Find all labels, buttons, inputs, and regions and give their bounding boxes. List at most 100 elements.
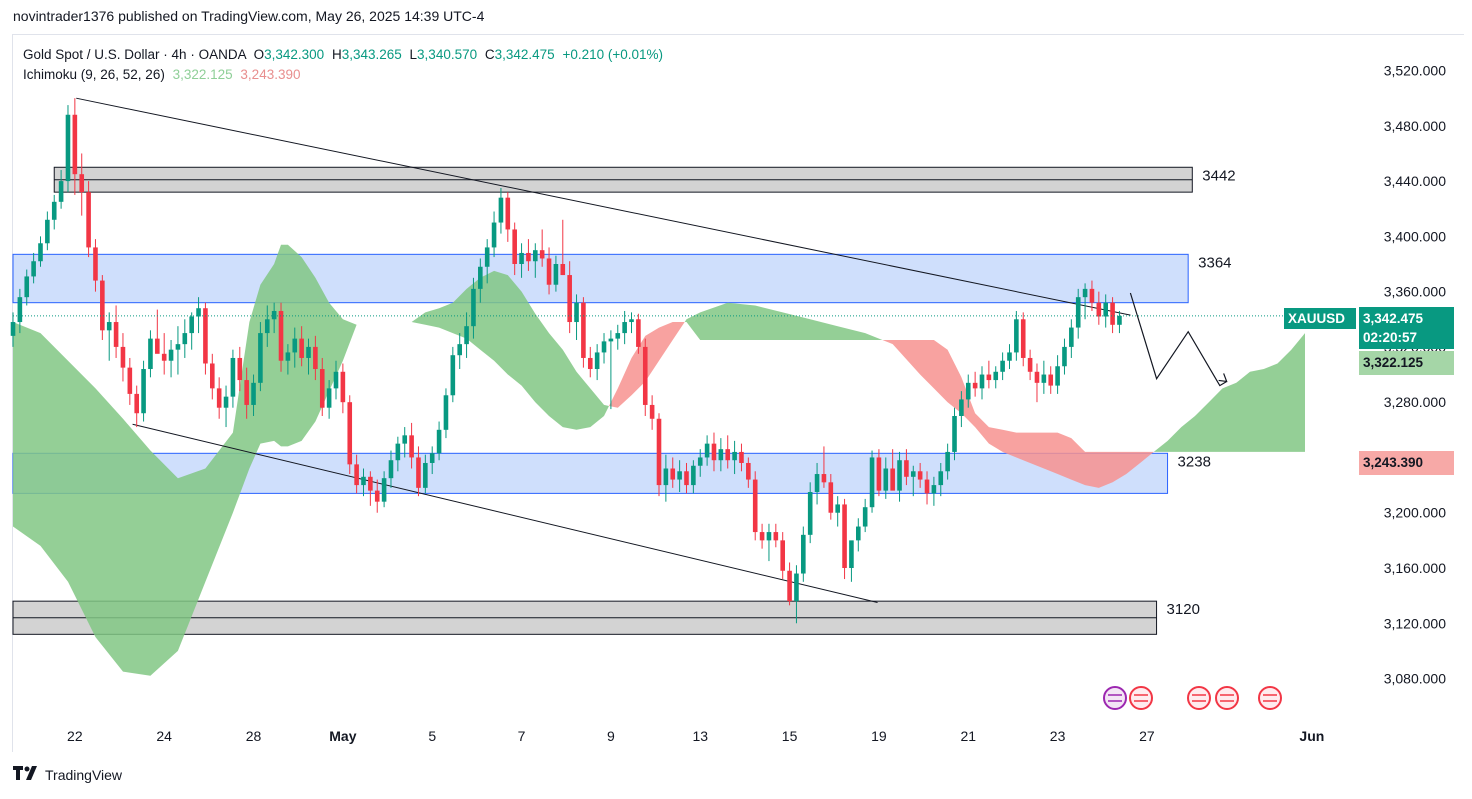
candle-body-114 <box>794 573 799 602</box>
legend-indicator-row[interactable]: Ichimoku (9, 26, 52, 26) 3,322.125 3,243… <box>23 65 663 85</box>
candle-body-117 <box>814 474 820 492</box>
y-tick-label-3: 3,200.000 <box>1384 505 1446 521</box>
event-economic-icon <box>1258 686 1282 710</box>
candle-body-52 <box>368 476 373 491</box>
candle-body-27 <box>196 308 201 317</box>
candle-body-46 <box>326 388 332 408</box>
y-tick-label-1: 3,120.000 <box>1384 615 1446 631</box>
candle-body-118 <box>821 474 827 483</box>
candle-body-12 <box>93 247 98 281</box>
candlestick-chart[interactable]: 3442 3364 3238 3120 3,080.000 3,120.000 3,160… <box>0 0 1472 799</box>
candle-body-128 <box>890 468 895 491</box>
candle-body-152 <box>1055 366 1060 386</box>
candle-body-36 <box>258 333 263 383</box>
x-tick-label-3: May <box>329 728 356 744</box>
x-tick-label-0: 22 <box>67 728 83 744</box>
event-economic-icon <box>1215 686 1239 710</box>
candle-body-143 <box>993 371 999 381</box>
y-tick-label-0: 3,080.000 <box>1384 671 1446 687</box>
candle-body-89 <box>622 322 627 334</box>
projection-arrowhead <box>1218 373 1228 383</box>
candle-body-5 <box>45 219 50 244</box>
candle-body-22 <box>161 353 167 361</box>
candle-body-51 <box>361 476 366 486</box>
candle-body-120 <box>835 504 840 513</box>
candle-body-11 <box>86 192 91 248</box>
x-tick-label-6: 9 <box>607 728 615 744</box>
ichimoku-cloud-segment-4 <box>1153 333 1305 452</box>
trendline-1 <box>132 423 878 604</box>
candle-body-138 <box>959 399 964 416</box>
candle-body-75 <box>526 252 531 262</box>
candle-body-32 <box>230 357 236 397</box>
candle-body-86 <box>601 341 607 353</box>
candle-body-30 <box>216 388 222 408</box>
candle-body-14 <box>106 322 112 331</box>
symbol-price-tag: XAUUSD <box>1284 308 1356 329</box>
candle-body-15 <box>113 322 119 347</box>
candle-body-150 <box>1041 374 1047 383</box>
candle-body-123 <box>855 526 861 541</box>
candle-body-93 <box>649 404 655 419</box>
candle-body-24 <box>175 344 181 350</box>
candle-body-101 <box>704 443 710 458</box>
candle-body-148 <box>1027 357 1033 372</box>
candle-body-8 <box>65 114 71 182</box>
footer-branding[interactable]: TradingView <box>13 766 122 784</box>
candle-body-111 <box>773 532 779 541</box>
candle-body-98 <box>684 471 689 486</box>
candle-body-33 <box>237 357 243 381</box>
candle-body-100 <box>697 457 703 466</box>
candle-body-129 <box>897 460 902 491</box>
candle-body-141 <box>979 374 985 389</box>
legend-high-label: H <box>331 47 342 62</box>
candle-body-81 <box>567 275 572 323</box>
candle-body-9 <box>72 114 78 175</box>
time-axis: 22 24 28 May 5 7 9 13 15 19 21 23 27 Jun <box>67 728 1324 744</box>
candle-body-63 <box>443 395 449 430</box>
candle-body-157 <box>1089 288 1095 303</box>
legend-close-label: C <box>484 47 495 62</box>
candle-body-151 <box>1048 374 1054 386</box>
candle-body-54 <box>381 478 387 502</box>
legend-ohlc-row: Gold Spot / U.S. Dollar · 4h · OANDA O3,… <box>23 45 663 65</box>
candle-body-79 <box>553 264 559 285</box>
y-tick-label-9: 3,440.000 <box>1384 173 1446 189</box>
candle-body-61 <box>429 453 435 463</box>
candle-body-132 <box>917 471 923 480</box>
candle-body-57 <box>402 435 408 444</box>
candle-body-110 <box>766 532 772 541</box>
candle-body-124 <box>862 507 868 527</box>
candle-body-142 <box>986 374 992 381</box>
candle-body-48 <box>340 371 346 403</box>
candle-body-41 <box>292 338 298 353</box>
candle-body-130 <box>904 460 909 477</box>
candle-body-91 <box>636 319 641 347</box>
y-tick-label-5: 3,280.000 <box>1384 394 1446 410</box>
candle-body-66 <box>464 326 469 345</box>
x-tick-label-10: 21 <box>960 728 976 744</box>
bar-countdown: 02:20:57 <box>1363 330 1418 345</box>
y-tick-label-2: 3,160.000 <box>1384 560 1446 576</box>
candle-body-53 <box>374 490 380 502</box>
y-tick-label-10: 3,480.000 <box>1384 118 1446 134</box>
x-tick-label-5: 7 <box>518 728 526 744</box>
candle-body-0 <box>10 322 16 336</box>
candle-body-44 <box>313 346 318 370</box>
legend-indicator-name[interactable]: Ichimoku (9, 26, 52, 26) <box>23 67 165 82</box>
candle-body-109 <box>759 532 765 541</box>
candle-body-65 <box>457 344 463 356</box>
y-tick-label-11: 3,520.000 <box>1384 63 1446 79</box>
candle-body-149 <box>1034 371 1040 383</box>
candle-body-99 <box>691 465 696 486</box>
x-tick-label-7: 13 <box>692 728 708 744</box>
candle-body-29 <box>209 363 215 389</box>
span-a-price-tag: 3,322.125 <box>1359 351 1454 375</box>
legend-high-value: 3,343.265 <box>341 47 402 62</box>
candle-body-106 <box>739 451 744 463</box>
candle-body-95 <box>663 468 669 486</box>
projection-layer <box>1129 292 1228 387</box>
candle-body-140 <box>972 382 978 389</box>
candle-body-107 <box>746 462 751 480</box>
candle-body-137 <box>952 416 957 452</box>
